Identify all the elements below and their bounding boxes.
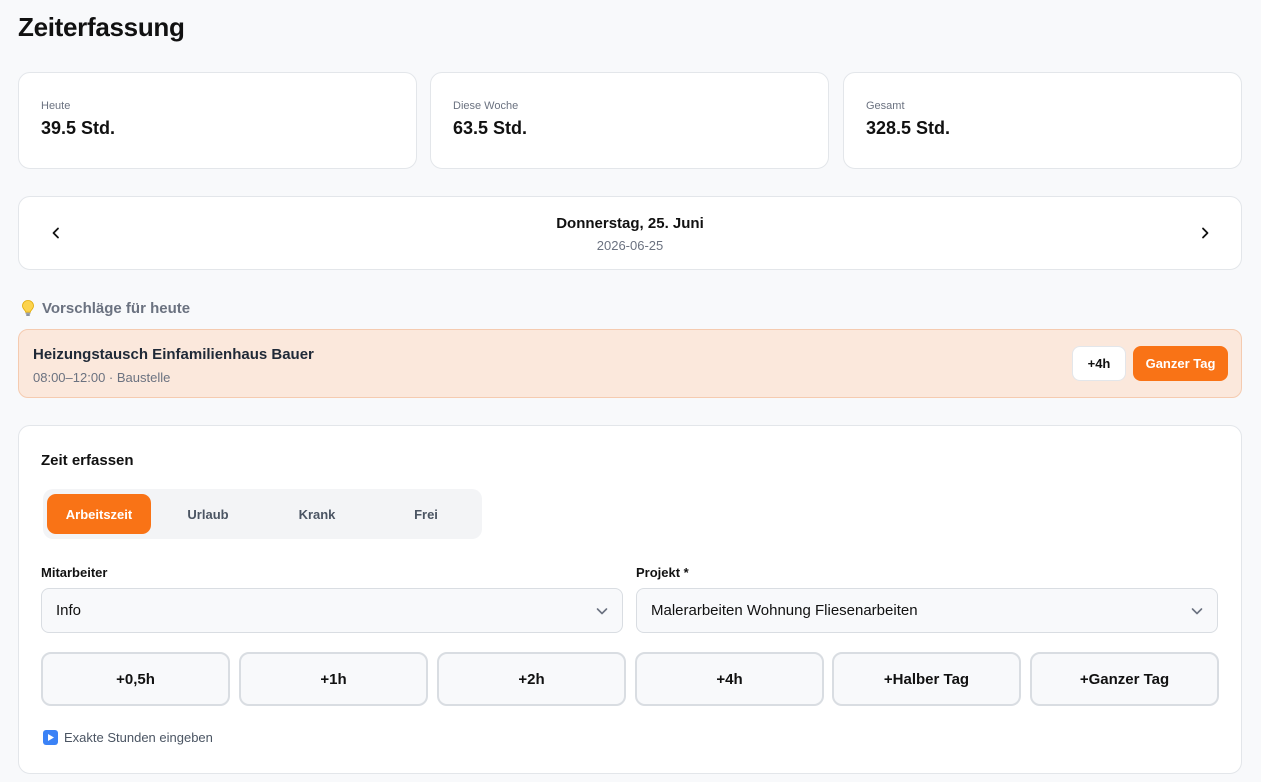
suggestion-card: Heizungstausch Einfamilienhaus Bauer 08:… [18,329,1242,398]
suggestion-add-4h-button[interactable]: +4h [1072,346,1126,381]
lightbulb-icon [22,300,34,316]
stat-label: Diese Woche [453,100,519,112]
suggestion-title: Heizungstausch Einfamilienhaus Bauer [33,346,314,363]
page-title: Zeiterfassung [18,12,185,42]
quick-add-4h-button[interactable]: +4h [635,652,824,706]
project-select-value: Malerarbeiten Wohnung Fliesenarbeiten [651,602,918,619]
suggestions-heading-label: Vorschläge für heute [42,299,191,317]
stat-card-week: Diese Woche 63.5 Std. [430,72,829,169]
suggestions-heading: Vorschläge für heute [20,299,190,317]
tab-urlaub[interactable]: Urlaub [156,494,260,534]
employee-label: Mitarbeiter [41,565,108,580]
chevron-right-icon [1202,227,1209,239]
date-iso: 2026-06-25 [596,238,664,253]
stat-value: 39.5 Std. [41,118,116,138]
suggestion-meta: 08:00–12:00 · Baustelle [33,370,171,385]
stat-label: Heute [41,100,71,112]
quick-add-half-day-button[interactable]: +Halber Tag [832,652,1021,706]
project-label: Projekt * [636,565,689,580]
chevron-down-icon [1191,607,1203,614]
quick-add-1h-button[interactable]: +1h [239,652,428,706]
employee-select[interactable]: Info [41,588,623,633]
project-select[interactable]: Malerarbeiten Wohnung Fliesenarbeiten [636,588,1218,633]
quick-add-full-day-button[interactable]: +Ganzer Tag [1030,652,1219,706]
play-icon [43,730,58,745]
entry-type-tabs: Arbeitszeit Urlaub Krank Frei [43,489,482,539]
quick-add-2h-button[interactable]: +2h [437,652,626,706]
stat-card-today: Heute 39.5 Std. [18,72,417,169]
stat-value: 63.5 Std. [453,118,528,138]
tab-arbeitszeit[interactable]: Arbeitszeit [47,494,151,534]
employee-select-value: Info [56,602,82,619]
date-navigator: Donnerstag, 25. Juni 2026-06-25 [18,196,1242,270]
date-label: Donnerstag, 25. Juni [556,215,704,232]
tab-frei[interactable]: Frei [374,494,478,534]
stat-card-total: Gesamt 328.5 Std. [843,72,1242,169]
stat-label: Gesamt [866,100,905,112]
time-entry-card: Zeit erfassen Arbeitszeit Urlaub Krank F… [18,425,1242,774]
next-day-button[interactable] [1192,220,1218,246]
tab-krank[interactable]: Krank [265,494,369,534]
time-entry-title: Zeit erfassen [41,452,134,469]
quick-add-0-5h-button[interactable]: +0,5h [41,652,230,706]
chevron-down-icon [596,607,608,614]
exact-hours-label: Exakte Stunden eingeben [64,730,213,745]
stat-value: 328.5 Std. [866,118,951,138]
suggestion-full-day-button[interactable]: Ganzer Tag [1133,346,1228,381]
exact-hours-toggle[interactable]: Exakte Stunden eingeben [43,730,213,745]
